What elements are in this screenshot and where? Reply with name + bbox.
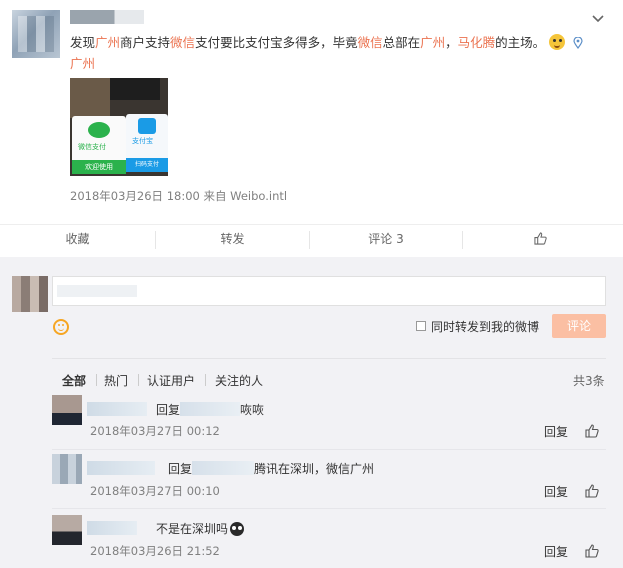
wechat-pay-sign: 微信支付 欢迎使用 — [72, 116, 126, 174]
action-bar: 收藏 转发 评论 3 — [0, 224, 623, 254]
author-name-blurred[interactable] — [70, 10, 144, 24]
comment-body: 腾讯在深圳，微信广州 — [254, 462, 375, 476]
comment-input[interactable] — [52, 276, 606, 306]
post-meta[interactable]: 2018年03月26日 18:00 来自 Weibo.intl — [70, 188, 287, 204]
filter-verified-tab[interactable]: 认证用户 — [147, 372, 195, 389]
thumbs-up-icon[interactable] — [585, 424, 599, 438]
comment-item: 回复 咴咴 2018年03月27日 00:12 回复 — [52, 395, 606, 445]
comment-button[interactable]: 评论 3 — [310, 225, 462, 255]
smile-emoji-icon — [549, 34, 566, 50]
comment-body: 咴咴 — [240, 403, 265, 417]
composer-divider — [52, 358, 606, 359]
photo-keyboard — [110, 78, 160, 100]
repost-checkbox-label[interactable]: 同时转发到我的微博 — [431, 318, 539, 335]
alipay-sign-bar: 扫码支付 — [126, 158, 168, 172]
reply-target-blurred[interactable] — [180, 402, 241, 416]
photo-background — [70, 78, 110, 118]
comment-text: 不是在深圳吗 — [156, 520, 245, 537]
filter-all-tab[interactable]: 全部 — [62, 372, 86, 389]
topic-link[interactable]: 微信 — [358, 35, 383, 50]
alipay-sign: 支付宝 扫码支付 — [126, 114, 168, 172]
location-pin-icon — [573, 37, 583, 49]
post-text-segment: 发现 — [70, 35, 96, 50]
thumbs-up-icon[interactable] — [585, 544, 599, 558]
comment-time: 2018年03月26日 21:52 — [90, 544, 220, 558]
post-text-segment: 商户支持 — [120, 35, 171, 50]
submit-comment-button[interactable]: 评论 — [552, 314, 606, 338]
wechat-sign-bar: 欢迎使用 — [72, 160, 126, 174]
weibo-post: 发现广州商户支持微信支付要比支付宝多得多，毕竟微信总部在广州，马化腾的主场。 广… — [0, 0, 623, 257]
post-text-segment: 的主场。 — [495, 35, 546, 50]
reply-button[interactable]: 回复 — [544, 483, 568, 500]
alipay-logo-icon — [138, 118, 156, 134]
reply-prefix: 回复 — [156, 403, 181, 417]
alipay-sign-text: 支付宝 — [132, 137, 153, 145]
input-blurred-placeholder — [57, 285, 137, 297]
filter-divider — [205, 374, 206, 386]
reply-prefix: 回复 — [168, 462, 193, 476]
comment-divider — [52, 449, 606, 450]
post-text: 发现广州商户支持微信支付要比支付宝多得多，毕竟微信总部在广州，马化腾的主场。 广… — [70, 32, 590, 74]
topic-link[interactable]: 马化腾 — [458, 35, 496, 50]
comment-text: 回复 腾讯在深圳，微信广州 — [168, 460, 374, 477]
reply-target-blurred[interactable] — [192, 461, 255, 475]
comment-body: 不是在深圳吗 — [156, 522, 229, 536]
wechat-logo-icon — [88, 122, 110, 138]
comment-item: 不是在深圳吗 2018年03月26日 21:52 回复 — [52, 515, 606, 565]
owl-emoji-icon — [230, 522, 245, 536]
topic-link[interactable]: 广州 — [95, 35, 120, 50]
reply-button[interactable]: 回复 — [544, 543, 568, 560]
comment-count: 共3条 — [573, 374, 605, 388]
filter-divider — [138, 374, 139, 386]
commenter-name-blurred[interactable] — [87, 402, 147, 416]
comment-item: 回复 腾讯在深圳，微信广州 2018年03月27日 00:10 回复 — [52, 454, 606, 504]
chevron-down-icon[interactable] — [592, 12, 604, 24]
filter-hot-tab[interactable]: 热门 — [104, 372, 128, 389]
location-link[interactable]: 广州 — [70, 56, 95, 71]
commenter-avatar[interactable] — [52, 515, 82, 545]
post-text-segment: 总部在 — [382, 35, 421, 50]
post-photo[interactable]: 微信支付 欢迎使用 支付宝 扫码支付 — [70, 78, 168, 176]
filter-divider — [96, 374, 97, 386]
comment-divider — [52, 508, 606, 509]
wechat-sign-text: 微信支付 — [78, 143, 106, 151]
emoji-picker-icon[interactable] — [53, 319, 69, 335]
my-avatar — [12, 276, 48, 312]
comment-text: 回复 咴咴 — [156, 401, 264, 418]
commenter-name-blurred[interactable] — [87, 461, 155, 475]
commenter-avatar[interactable] — [52, 395, 82, 425]
comment-time: 2018年03月27日 00:10 — [90, 484, 220, 498]
author-avatar[interactable] — [12, 10, 60, 58]
commenter-avatar[interactable] — [52, 454, 82, 484]
thumbs-up-icon[interactable] — [585, 484, 599, 498]
reply-button[interactable]: 回复 — [544, 423, 568, 440]
repost-button[interactable]: 转发 — [156, 225, 309, 255]
like-button[interactable] — [463, 225, 618, 255]
comment-panel: 同时转发到我的微博 评论 全部 热门 认证用户 关注的人 共3条 回复 咴咴 20… — [0, 257, 623, 568]
commenter-name-blurred[interactable] — [87, 521, 137, 535]
comment-time: 2018年03月27日 00:12 — [90, 424, 220, 438]
favorite-button[interactable]: 收藏 — [0, 225, 155, 255]
filter-following-tab[interactable]: 关注的人 — [215, 372, 263, 389]
topic-link[interactable]: 微信 — [170, 35, 195, 50]
repost-checkbox[interactable] — [416, 321, 426, 331]
post-text-segment: 支付要比支付宝多得多，毕竟 — [195, 35, 358, 50]
post-text-segment: ， — [445, 35, 458, 50]
thumbs-up-icon — [534, 232, 547, 245]
topic-link[interactable]: 广州 — [420, 35, 445, 50]
